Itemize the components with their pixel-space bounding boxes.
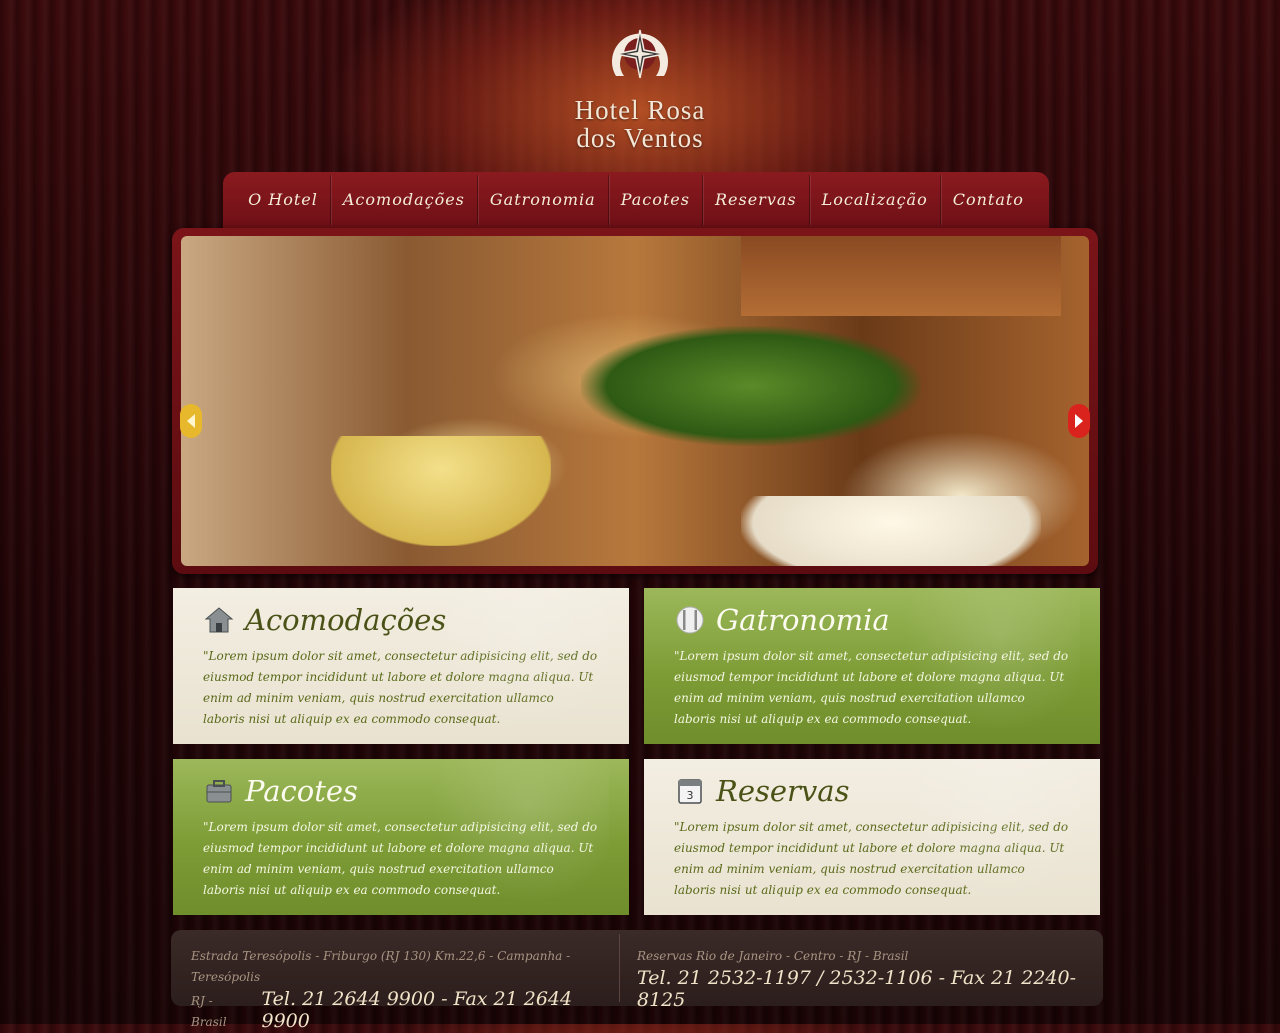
footer-address: Estrada Teresópolis - Friburgo (RJ 130) …: [191, 949, 571, 984]
nav-item-localizacao[interactable]: Localização: [810, 175, 941, 225]
hotel-logo[interactable]: Hotel Rosa dos Ventos: [540, 16, 740, 156]
footer: Estrada Teresópolis - Friburgo (RJ 130) …: [171, 930, 1103, 1032]
cutlery-icon: [674, 604, 706, 636]
footer-address: Reservas Rio de Janeiro - Centro - RJ - …: [637, 949, 909, 963]
dining-table-left: [331, 436, 551, 546]
nav-item-acomodacoes[interactable]: Acomodações: [331, 175, 478, 225]
card-text: "Lorem ipsum dolor sit amet, consectetur…: [203, 820, 598, 897]
svg-text:3: 3: [687, 789, 694, 802]
restaurant-dining-room-photo: [181, 236, 1089, 566]
card-acomodacoes[interactable]: Acomodações "Lorem ipsum dolor sit amet,…: [173, 588, 629, 744]
card-title: Reservas: [716, 774, 850, 808]
card-text: "Lorem ipsum dolor sit amet, consectetur…: [674, 820, 1069, 897]
nav-item-gatronomia[interactable]: Gatronomia: [478, 175, 609, 225]
nav-item-reservas[interactable]: Reservas: [703, 175, 810, 225]
dining-table-right: [741, 496, 1041, 566]
card-title: Acomodações: [245, 603, 447, 637]
nav-item-pacotes[interactable]: Pacotes: [609, 175, 703, 225]
nav-item-contato[interactable]: Contato: [941, 175, 1036, 225]
brand-line1: Hotel Rosa: [574, 95, 706, 125]
carved-wood-panel: [741, 236, 1061, 316]
nav-item-o-hotel[interactable]: O Hotel: [236, 175, 331, 225]
card-title: Pacotes: [245, 774, 358, 808]
arrow-left-icon: [187, 414, 195, 428]
footer-divider: [619, 934, 620, 1002]
plant-arrangement: [581, 326, 921, 446]
footer-phone: Tel. 21 2644 9900 - Fax 21 2644 9900: [261, 988, 573, 1032]
card-pacotes[interactable]: Pacotes "Lorem ipsum dolor sit amet, con…: [173, 759, 629, 915]
house-icon: [203, 604, 235, 636]
brand-line2: dos Ventos: [576, 123, 704, 153]
footer-address-country: RJ - Brasil: [191, 994, 227, 1029]
card-title: Gatronomia: [716, 603, 890, 637]
footer-teresopolis: Estrada Teresópolis - Friburgo (RJ 130) …: [191, 946, 611, 1032]
card-gatronomia[interactable]: Gatronomia "Lorem ipsum dolor sit amet, …: [644, 588, 1100, 744]
slider-next-button[interactable]: [1068, 404, 1090, 438]
slider-prev-button[interactable]: [180, 404, 202, 438]
arrow-right-icon: [1075, 414, 1083, 428]
calendar-icon: 3: [674, 775, 706, 807]
image-slider: [172, 228, 1098, 574]
compass-horseshoe-icon: [612, 29, 668, 79]
card-text: "Lorem ipsum dolor sit amet, consectetur…: [203, 649, 598, 726]
footer-rio: Reservas Rio de Janeiro - Centro - RJ - …: [637, 946, 1087, 1011]
suitcase-icon: [203, 775, 235, 807]
card-reservas[interactable]: 3 Reservas "Lorem ipsum dolor sit amet, …: [644, 759, 1100, 915]
main-nav: O Hotel Acomodações Gatronomia Pacotes R…: [223, 172, 1049, 228]
card-text: "Lorem ipsum dolor sit amet, consectetur…: [674, 649, 1069, 726]
footer-phone: Tel. 21 2532-1197 / 2532-1106 - Fax 21 2…: [637, 967, 1077, 1011]
